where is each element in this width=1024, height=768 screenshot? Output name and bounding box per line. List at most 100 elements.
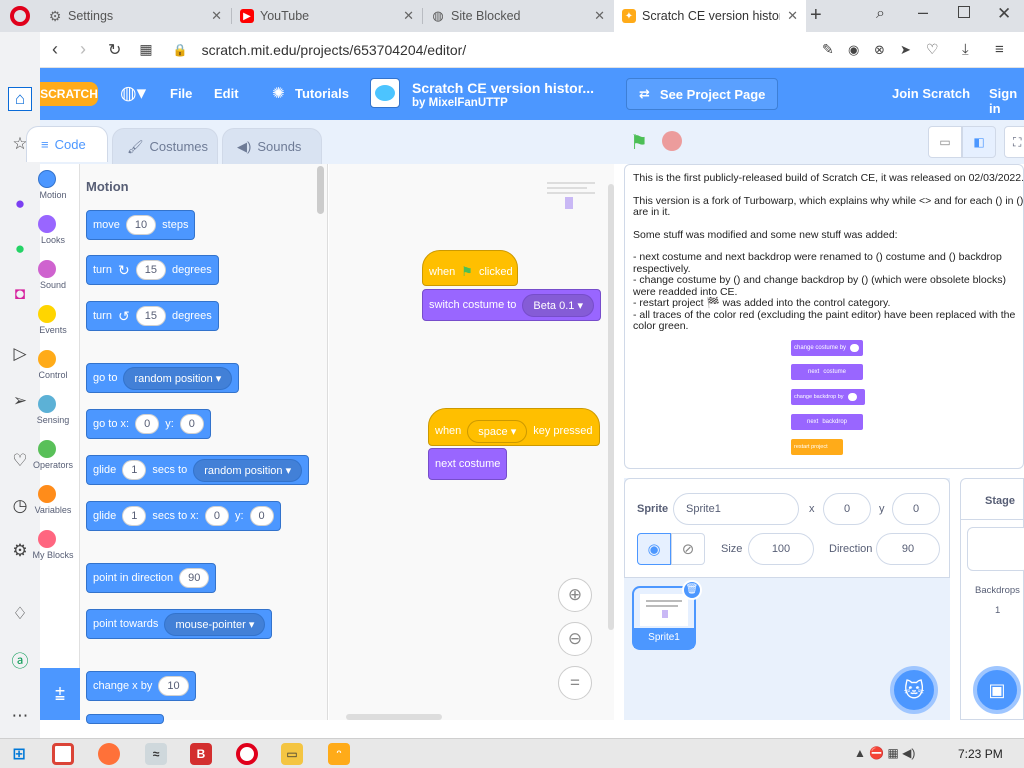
close-window-button[interactable]: ✕ [997,4,1011,24]
tab-youtube[interactable]: ▶ YouTube ✕ [232,0,422,32]
url-field[interactable]: scratch.mit.edu/projects/653704204/edito… [202,42,467,58]
clock[interactable]: 7:23 PM [958,747,1003,761]
close-icon[interactable]: ✕ [787,8,798,24]
language-globe-icon[interactable]: ◍▾ [120,82,146,105]
workspace-scrollbar-vertical[interactable] [608,184,614,630]
tab-settings[interactable]: ⚙ Settings ✕ [40,0,230,32]
when-flag-clicked-block[interactable]: when ⚑ clicked [422,250,518,286]
more-icon[interactable]: ⋯ [8,704,32,728]
file-menu[interactable]: File [170,86,192,101]
size-input[interactable]: 100 [748,533,814,565]
heart-icon[interactable]: ♡ [926,41,939,58]
player-icon[interactable]: ▷ [8,342,32,366]
folder-icon[interactable]: ▭ [281,743,303,765]
close-icon[interactable]: ✕ [211,8,222,24]
zoom-reset-icon[interactable]: = [558,666,592,700]
menu-icon[interactable]: ≡ [995,41,1004,58]
home-icon[interactable]: ⌂ [8,87,32,111]
messenger-icon[interactable]: ● [8,192,32,216]
direction-input[interactable]: 90 [876,533,940,565]
partial-block[interactable] [86,714,164,724]
go-to-xy-block[interactable]: go to x: 0 y: 0 [86,409,211,439]
block-icon[interactable]: ⊗ [874,42,885,58]
backdrop-thumbnail[interactable] [967,527,1024,571]
turn-left-block[interactable]: turn ↺ 15 degrees [86,301,219,331]
small-stage-button[interactable]: ▭ [928,126,962,158]
workspace-scrollbar-horizontal[interactable] [346,714,442,720]
lightbulb-icon[interactable]: ♢ [8,602,32,626]
minimize-button[interactable]: – [918,2,928,23]
script-workspace[interactable]: when ⚑ clicked switch costume to Beta 0.1 ▾… [329,164,614,720]
instagram-icon[interactable]: ◘ [8,282,32,306]
glide-xy-block[interactable]: glide 1 secs to x: 0 y: 0 [86,501,281,531]
y-input[interactable]: 0 [892,493,940,525]
add-backdrop-button[interactable]: ▣ [973,666,1021,714]
see-project-page-button[interactable]: ⇄ See Project Page [626,78,778,110]
x-input[interactable]: 0 [823,493,871,525]
category-looks[interactable]: Looks [38,215,80,245]
tab-sounds[interactable]: ◀) Sounds [222,128,322,164]
tray-icons[interactable]: ▲ ⛔ ▦ ◀) [854,746,915,760]
category-events[interactable]: Events [38,305,80,335]
category-sensing[interactable]: Sensing [37,395,80,425]
switch-costume-block[interactable]: switch costume to Beta 0.1 ▾ [422,289,601,321]
point-in-direction-block[interactable]: point in direction 90 [86,563,217,593]
next-costume-block[interactable]: next costume [428,448,508,480]
large-stage-button[interactable]: ◧ [962,126,996,158]
category-my-blocks[interactable]: My Blocks [32,530,80,560]
tab-site-blocked[interactable]: ◍ Site Blocked ✕ [423,0,613,32]
delete-sprite-icon[interactable]: 🗑 [682,580,702,600]
turn-right-block[interactable]: turn ↻ 15 degrees [86,255,219,285]
app-icon[interactable]: ≈ [145,743,167,765]
download-icon[interactable]: ⤓ [962,41,969,58]
stop-button[interactable] [662,131,682,151]
scratch-app-icon[interactable]: ᵔ [328,743,350,765]
sprite-thumbnail[interactable]: Sprite1 🗑 [632,580,702,650]
search-icon[interactable]: ⌕ [876,5,885,23]
category-operators[interactable]: Operators [33,440,80,470]
green-flag-button[interactable]: ⚑ [630,130,648,155]
edit-icon[interactable]: ✎ [822,41,834,58]
palette-scrollbar[interactable] [317,166,324,214]
history-icon[interactable]: ◷ [8,494,32,518]
point-towards-block[interactable]: point towards mouse-pointer ▾ [86,609,273,639]
sign-in-link[interactable]: Sign in [989,86,1024,116]
forward-icon[interactable]: › [80,39,86,60]
reload-icon[interactable]: ↻ [108,40,121,60]
firefox-icon[interactable] [98,743,120,765]
join-scratch-link[interactable]: Join Scratch [892,86,970,101]
glide-block[interactable]: glide 1 secs to random position ▾ [86,455,310,485]
category-variables[interactable]: Variables [35,485,80,515]
heart-icon[interactable]: ♡ [8,449,32,473]
when-key-pressed-block[interactable]: when space ▾ key pressed [428,408,600,446]
tab-scratch[interactable]: ✦ Scratch CE version history ✕ [614,0,806,32]
add-sprite-button[interactable]: 🐱 [890,666,938,714]
new-tab-button[interactable]: + [810,4,822,27]
opera-icon[interactable] [236,743,258,765]
send-icon[interactable]: ➤ [900,42,911,58]
camera-icon[interactable]: ◉ [848,42,859,58]
maximize-button[interactable] [958,6,970,18]
add-extension-button[interactable]: ⩲ [40,668,80,720]
hide-sprite-button[interactable]: ⊘ [671,533,705,565]
tab-costumes[interactable]: 🖌 Costumes [112,128,218,164]
tutorials-menu[interactable]: Tutorials [295,86,349,101]
stage-canvas[interactable]: This is the first publicly-released buil… [624,164,1024,469]
go-to-block[interactable]: go to random position ▾ [86,363,240,393]
back-icon[interactable]: ‹ [52,39,58,60]
show-sprite-button[interactable]: ◉ [637,533,671,565]
close-icon[interactable]: ✕ [594,8,605,24]
opera-logo-icon[interactable] [10,6,30,26]
fullscreen-button[interactable]: ⛶ [1004,126,1024,158]
zoom-in-icon[interactable]: ⊕ [558,578,592,612]
close-icon[interactable]: ✕ [403,8,414,24]
whatsapp-icon[interactable]: ● [8,237,32,261]
settings-icon[interactable]: ⚙ [8,539,32,563]
bandicam-icon[interactable]: B [190,743,212,765]
edit-menu[interactable]: Edit [214,86,239,101]
zoom-out-icon[interactable]: ⊖ [558,622,592,656]
send-icon[interactable]: ➢ [8,389,32,413]
tab-code[interactable]: ≡ Code [26,126,108,162]
project-title[interactable]: Scratch CE version histor... [412,80,594,96]
app-icon[interactable]: ⓐ [8,647,32,671]
